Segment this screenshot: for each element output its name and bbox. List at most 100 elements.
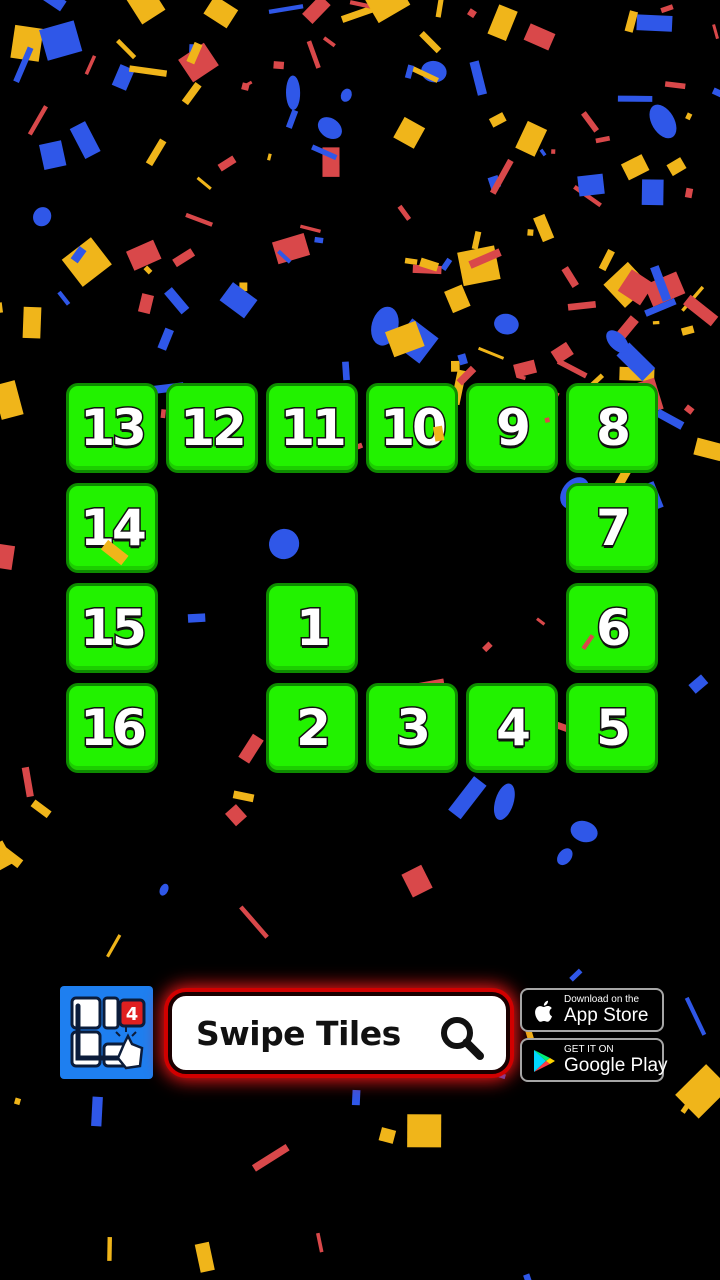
confetti-piece [203,0,239,29]
confetti-piece [268,528,300,560]
confetti-piece [232,790,255,803]
google-play-big-text: Google Play [564,1055,668,1076]
tile-14[interactable]: 14 [66,483,158,573]
confetti-piece [471,230,482,250]
play-icon [534,1050,555,1072]
confetti-piece [128,65,168,77]
tile-number: 4 [495,698,533,759]
confetti-piece [466,8,477,19]
confetti-piece [533,213,555,243]
confetti-piece [91,1096,103,1127]
tile-number: 12 [179,398,249,459]
tile-3[interactable]: 3 [366,683,458,773]
confetti-piece [185,212,213,227]
tile-number: 11 [279,398,349,459]
confetti-piece [498,1072,506,1080]
confetti-piece [606,330,629,354]
tile-15[interactable]: 15 [66,583,158,673]
confetti-piece [239,282,248,292]
tile-16[interactable]: 16 [66,683,158,773]
confetti-piece [435,0,446,18]
confetti-piece [186,41,203,65]
confetti-piece [107,1237,112,1261]
google-play-badge[interactable]: GET IT ON Google Play [520,1038,668,1082]
tile-7[interactable]: 7 [566,483,658,573]
confetti-piece [573,185,602,208]
tile-13[interactable]: 13 [66,383,158,473]
confetti-piece [494,313,519,335]
tile-number: 8 [595,398,633,459]
confetti-piece [268,4,304,15]
tile-2[interactable]: 2 [266,683,358,773]
confetti-piece [21,766,34,798]
tile-12[interactable]: 12 [166,383,258,473]
confetti-piece [652,320,660,325]
tile-5[interactable]: 5 [566,683,658,773]
confetti-piece [407,1114,442,1148]
confetti-piece [196,176,212,190]
confetti-piece [84,55,97,75]
apple-icon [535,1000,552,1022]
confetti-piece [577,173,605,197]
tile-11[interactable]: 11 [266,383,358,473]
confetti-piece [457,245,501,287]
confetti-piece [314,236,324,244]
confetti-piece [157,327,174,351]
tile-8[interactable]: 8 [566,383,658,473]
search-box[interactable]: Swipe Tiles [168,992,510,1074]
confetti-piece [581,111,600,133]
confetti-piece [187,613,206,623]
confetti-piece [111,64,135,91]
confetti-piece [27,105,48,136]
confetti-piece [468,248,502,269]
confetti-piece [644,298,677,317]
app-icon[interactable]: 4 [60,986,153,1079]
confetti-piece [0,542,16,570]
confetti-piece [539,148,547,157]
confetti-piece [126,239,162,271]
confetti-piece [181,81,202,106]
confetti-piece [217,155,237,172]
app-logo-icon: 4 [70,996,146,1070]
confetti-piece [684,187,694,199]
tile-number: 5 [595,698,633,759]
confetti-piece [410,65,439,83]
confetti-piece [561,266,579,288]
confetti-piece [322,36,336,48]
confetti-piece [523,23,556,51]
confetti-piece [523,1273,534,1280]
tile-1[interactable]: 1 [266,583,358,673]
tile-number: 16 [79,698,149,759]
confetti-piece [489,158,514,195]
confetti-piece [194,1241,215,1273]
confetti-piece [421,60,447,83]
confetti-piece [515,120,548,157]
confetti-piece [711,87,720,98]
confetti-piece [13,46,34,83]
tile-10[interactable]: 10 [366,383,458,473]
confetti-piece [273,61,285,70]
confetti-piece [516,374,526,381]
confetti-piece [412,264,442,275]
game-stage: 13 12 11 10 9 8 14 7 15 1 6 16 2 3 4 5 4… [0,0,720,1280]
confetti-piece [617,95,653,102]
tile-6[interactable]: 6 [566,583,658,673]
confetti-piece [137,293,155,315]
confetti-piece [624,10,639,33]
confetti-piece [311,144,338,161]
confetti-piece [317,117,342,140]
confetti-piece [681,285,705,312]
confetti-piece [0,840,15,871]
search-label: Swipe Tiles [196,1013,401,1053]
app-store-big-text: App Store [564,1005,649,1026]
confetti-piece [649,104,677,139]
confetti-piece [225,804,247,827]
confetti-piece [164,287,190,315]
tile-4[interactable]: 4 [466,683,558,773]
confetti-piece [285,109,299,129]
confetti-piece [404,64,415,79]
confetti-piece [322,147,340,177]
tile-9[interactable]: 9 [466,383,558,473]
app-store-badge[interactable]: Download on the App Store [520,988,664,1032]
confetti-piece [378,1127,397,1144]
